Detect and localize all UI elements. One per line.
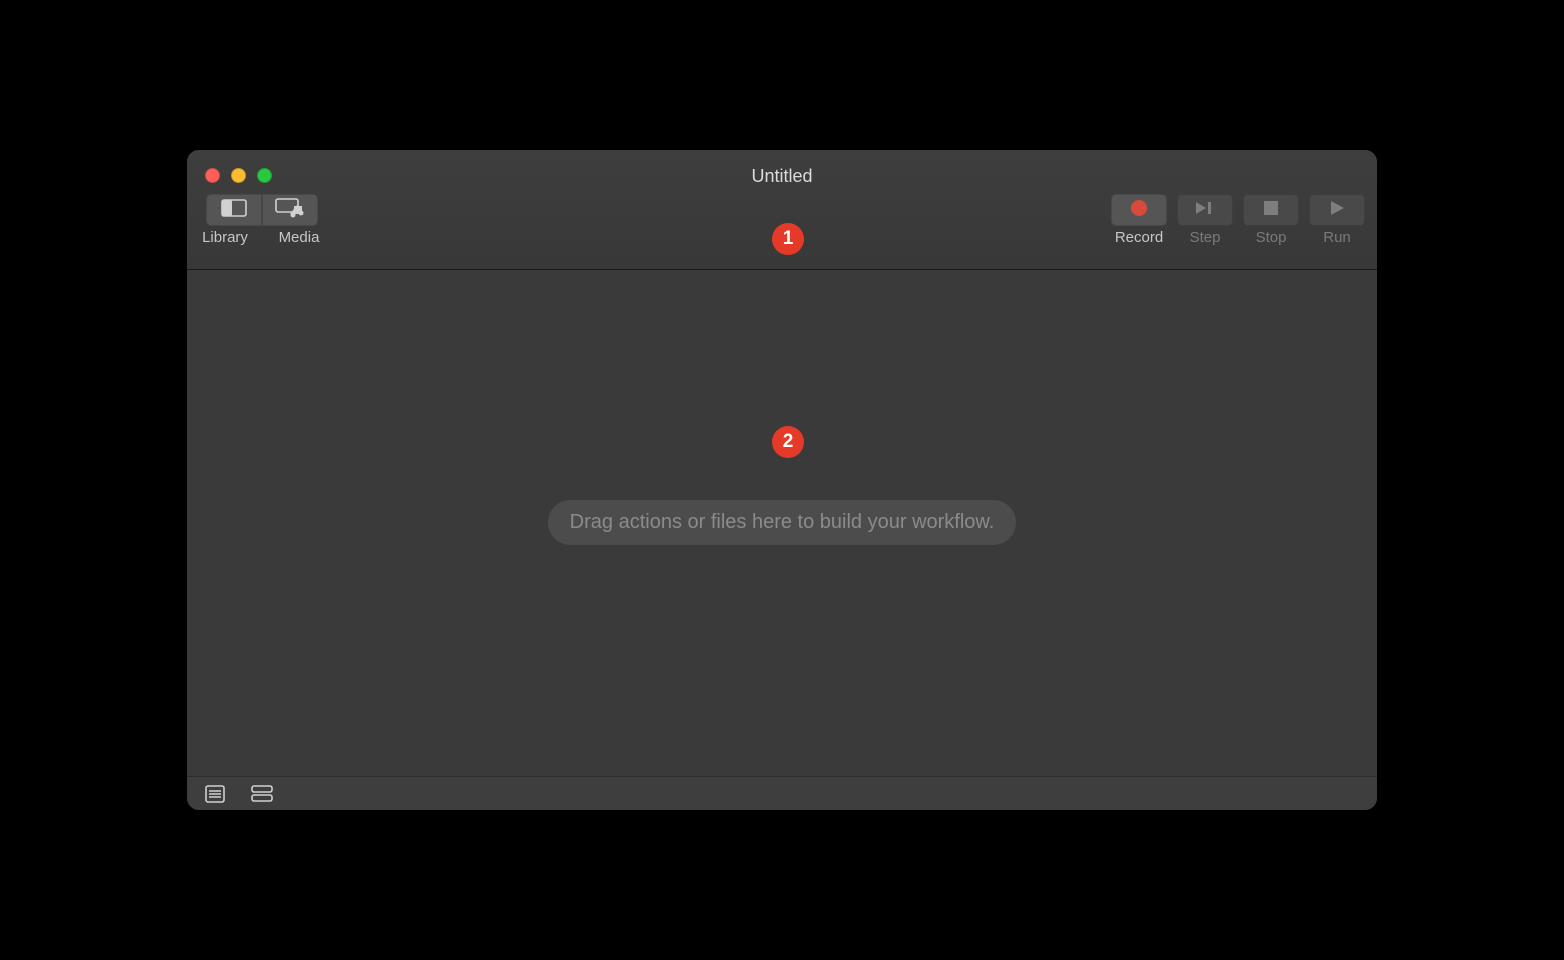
window-title: Untitled	[187, 166, 1377, 187]
run-button[interactable]	[1309, 194, 1365, 226]
record-label: Record	[1115, 229, 1163, 246]
stop-label: Stop	[1256, 229, 1287, 246]
log-view-button[interactable]	[205, 785, 225, 803]
media-button[interactable]	[262, 194, 318, 226]
stop-toolbar-item: Stop	[1243, 194, 1299, 246]
media-label: Media	[271, 229, 327, 246]
workflow-placeholder: Drag actions or files here to build your…	[548, 500, 1017, 545]
library-button[interactable]	[206, 194, 262, 226]
toolbar-left: Library Media	[197, 194, 327, 246]
automator-window: Untitled	[187, 150, 1377, 810]
library-toolbar-item: Library Media	[197, 194, 327, 246]
record-icon	[1130, 199, 1148, 222]
step-label: Step	[1190, 229, 1221, 246]
play-icon	[1329, 200, 1345, 221]
toolbar-right: Record Step	[1111, 194, 1365, 246]
run-label: Run	[1323, 229, 1351, 246]
step-toolbar-item: Step	[1177, 194, 1233, 246]
step-button[interactable]	[1177, 194, 1233, 226]
run-toolbar-item: Run	[1309, 194, 1365, 246]
variables-view-button[interactable]	[251, 785, 273, 802]
record-toolbar-item: Record	[1111, 194, 1167, 246]
library-label: Library	[197, 229, 253, 246]
record-button[interactable]	[1111, 194, 1167, 226]
step-icon	[1195, 200, 1215, 221]
stop-button[interactable]	[1243, 194, 1299, 226]
sidebar-icon	[221, 199, 247, 222]
library-media-segment	[206, 194, 318, 226]
media-icon	[275, 198, 305, 223]
stop-icon	[1263, 200, 1279, 221]
annotation-callout-2: 2	[772, 426, 804, 458]
annotation-callout-1: 1	[772, 223, 804, 255]
workflow-canvas[interactable]: Drag actions or files here to build your…	[187, 270, 1377, 776]
bottom-bar	[187, 776, 1377, 810]
